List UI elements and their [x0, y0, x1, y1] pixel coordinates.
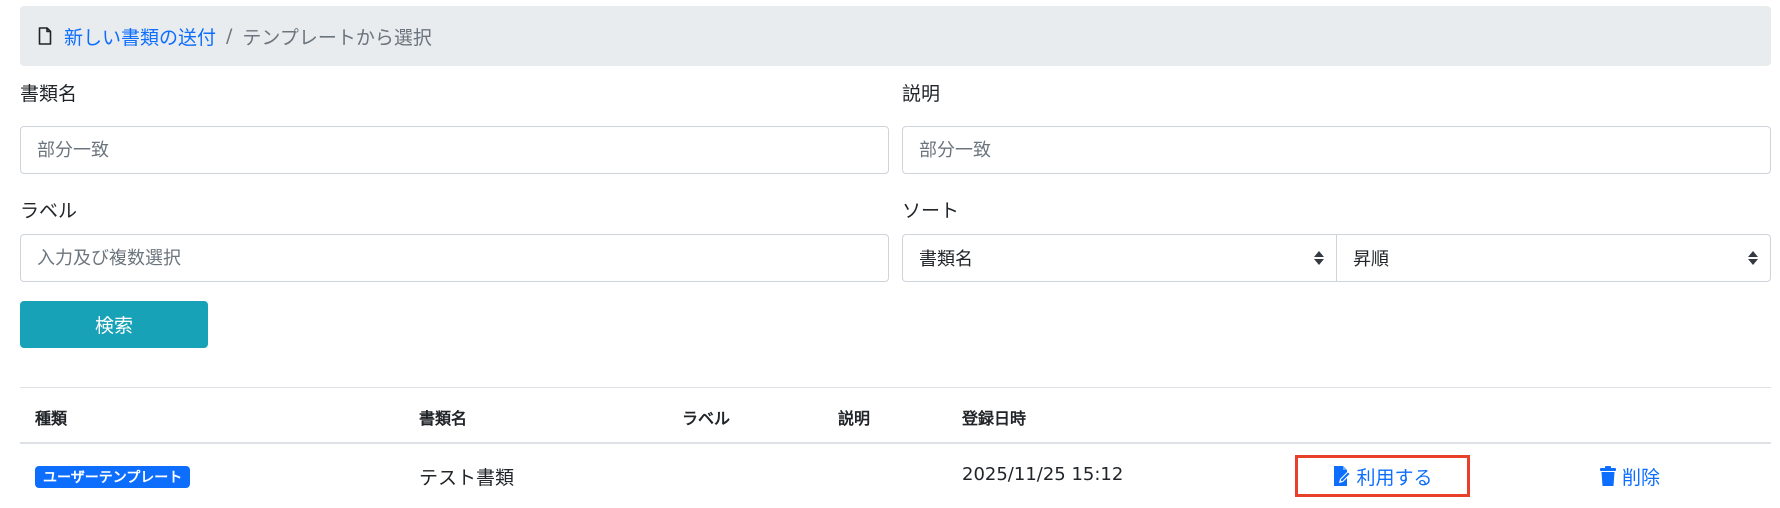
use-template-button[interactable]: 利用する — [1295, 455, 1470, 497]
select-arrows-icon — [1748, 251, 1758, 265]
table-header-border — [20, 442, 1771, 444]
table-header-description: 説明 — [838, 409, 871, 428]
search-button[interactable]: 検索 — [20, 301, 208, 348]
table-header-doc-name: 書類名 — [419, 409, 468, 428]
description-input[interactable] — [902, 126, 1771, 174]
breadcrumb-link-new-document[interactable]: 新しい書類の送付 — [64, 23, 216, 50]
labels-label: ラベル — [20, 200, 78, 222]
row-doc-name: テスト書類 — [419, 467, 515, 489]
table-header-label: ラベル — [682, 409, 731, 428]
row-registered-at: 2025/11/25 15:12 — [962, 464, 1124, 485]
doc-name-label: 書類名 — [20, 83, 78, 105]
table-top-border — [20, 387, 1771, 388]
use-template-label: 利用する — [1356, 466, 1433, 489]
type-badge: ユーザーテンプレート — [35, 466, 191, 488]
sort-field-select[interactable]: 書類名 — [902, 234, 1337, 282]
edit-document-icon — [1334, 466, 1352, 486]
trash-icon — [1600, 466, 1616, 486]
sort-order-value: 昇順 — [1353, 249, 1389, 270]
sort-field-value: 書類名 — [919, 249, 973, 270]
sort-order-select[interactable]: 昇順 — [1336, 234, 1771, 282]
table-header-registered-at: 登録日時 — [962, 409, 1027, 428]
description-label: 説明 — [902, 83, 941, 105]
labels-input[interactable] — [20, 234, 889, 282]
delete-button[interactable]: 削除 — [1600, 462, 1660, 490]
breadcrumb-separator: / — [226, 25, 233, 47]
select-arrows-icon — [1314, 251, 1324, 265]
template-select-page: 新しい書類の送付 / テンプレートから選択 書類名 説明 ラベル ソート 書類名… — [0, 0, 1780, 508]
breadcrumb: 新しい書類の送付 / テンプレートから選択 — [20, 6, 1771, 66]
table-header-type: 種類 — [35, 409, 68, 428]
breadcrumb-current: テンプレートから選択 — [242, 26, 432, 49]
sort-label: ソート — [902, 200, 960, 222]
document-icon — [38, 27, 52, 45]
delete-label: 削除 — [1622, 466, 1661, 489]
doc-name-input[interactable] — [20, 126, 889, 174]
